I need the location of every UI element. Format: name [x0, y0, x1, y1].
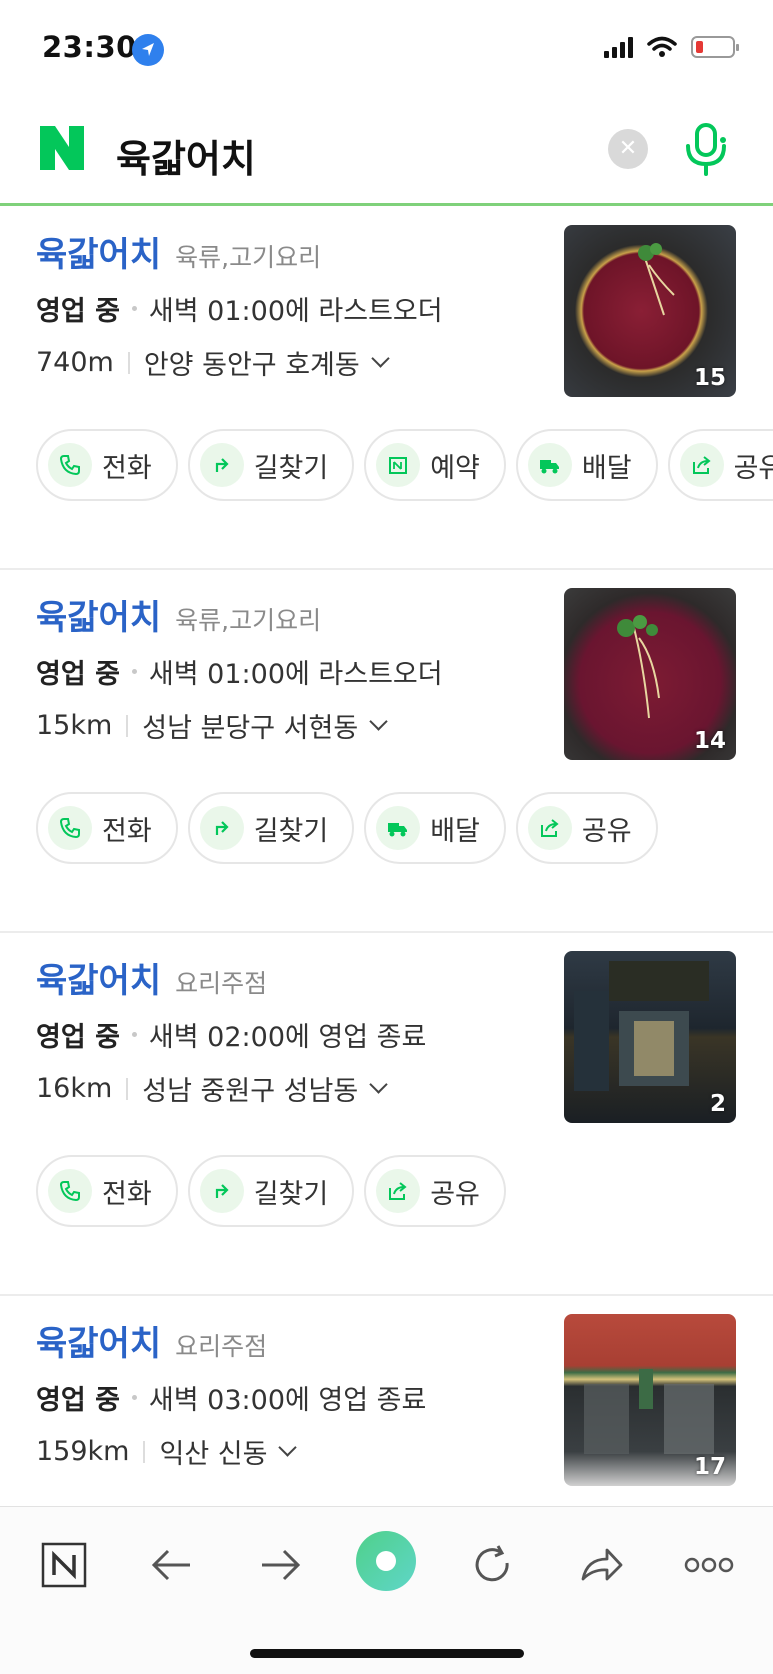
search-input[interactable]: 육갋어치 — [116, 128, 256, 183]
business-hours: 새벽 01:00에 라스트오더 — [148, 659, 443, 690]
open-status: 영업 중 — [36, 296, 120, 327]
separator-dot — [131, 1395, 137, 1400]
directions-icon — [199, 443, 244, 487]
reservation-button[interactable]: 예약 — [364, 429, 506, 501]
signal-icon — [604, 36, 633, 58]
result-item[interactable]: 육갋어치 육류,고기요리 영업 중 새벽 01:00에 라스트오더 15km 성… — [0, 570, 773, 933]
delivery-icon — [527, 443, 572, 487]
place-category: 요리주점 — [175, 969, 268, 998]
phone-icon — [48, 1169, 92, 1213]
address[interactable]: 성남 분당구 서현동 — [142, 706, 358, 745]
place-name-link[interactable]: 육갋어치 — [36, 227, 161, 276]
chevron-down-icon[interactable] — [371, 349, 390, 368]
chevron-down-icon[interactable] — [369, 1075, 388, 1094]
directions-button[interactable]: 길찾기 — [187, 792, 355, 864]
place-name-link[interactable]: 육갋어치 — [36, 953, 161, 1002]
call-button[interactable]: 전화 — [36, 792, 178, 864]
photo-count: 15 — [693, 365, 726, 391]
call-button[interactable]: 전화 — [36, 429, 178, 501]
divider — [127, 351, 130, 374]
directions-icon — [199, 806, 244, 850]
reservation-icon — [376, 443, 421, 487]
location-arrow-icon — [132, 34, 164, 66]
result-item[interactable]: 육갋어치 육류,고기요리 영업 중 새벽 01:00에 라스트오더 740m 안… — [0, 207, 773, 570]
refresh-icon[interactable] — [465, 1537, 521, 1593]
more-icon[interactable] — [681, 1537, 737, 1593]
open-status: 영업 중 — [36, 1385, 120, 1416]
place-photo[interactable]: 15 — [564, 225, 736, 397]
distance: 16km — [36, 1073, 113, 1104]
distance: 159km — [36, 1436, 130, 1467]
delivery-icon — [376, 806, 421, 850]
address[interactable]: 익산 신동 — [159, 1432, 267, 1471]
share-button[interactable]: 공유 — [364, 1155, 506, 1227]
divider — [143, 1440, 146, 1463]
distance: 15km — [36, 710, 113, 741]
place-photo[interactable]: 14 — [564, 588, 736, 760]
phone-icon — [48, 806, 92, 850]
status-time: 23:30 — [42, 30, 137, 64]
business-hours: 새벽 01:00에 라스트오더 — [148, 296, 443, 327]
directions-button[interactable]: 길찾기 — [187, 429, 355, 501]
share-arrow-icon[interactable] — [574, 1537, 630, 1593]
address[interactable]: 안양 동안구 호계동 — [144, 343, 360, 382]
action-chips: 전화 길찾기 예약 배달 공유 — [36, 429, 773, 501]
distance: 740m — [36, 347, 114, 378]
action-chips: 전화 길찾기 공유 — [36, 1155, 506, 1227]
place-name-link[interactable]: 육갋어치 — [36, 590, 161, 639]
chevron-down-icon[interactable] — [369, 712, 388, 731]
business-hours: 새벽 03:00에 영업 종료 — [148, 1385, 427, 1416]
browser-toolbar — [0, 1506, 773, 1674]
naver-home-icon[interactable] — [36, 1537, 92, 1593]
place-name-link[interactable]: 육갋어치 — [36, 1316, 161, 1365]
delivery-button[interactable]: 배달 — [364, 792, 506, 864]
chevron-down-icon[interactable] — [278, 1438, 298, 1457]
place-category: 육류,고기요리 — [175, 243, 322, 272]
business-hours: 새벽 02:00에 영업 종료 — [148, 1022, 427, 1053]
action-chips: 전화 길찾기 배달 공유 — [36, 792, 658, 864]
call-button[interactable]: 전화 — [36, 1155, 178, 1227]
place-category: 요리주점 — [175, 1332, 268, 1361]
open-status: 영업 중 — [36, 1022, 120, 1053]
address[interactable]: 성남 중원구 성남동 — [142, 1069, 358, 1108]
share-icon — [376, 1169, 421, 1213]
directions-button[interactable]: 길찾기 — [187, 1155, 355, 1227]
divider — [126, 1077, 129, 1100]
share-button[interactable]: 공유 — [667, 429, 773, 501]
status-bar: 23:30 — [0, 0, 773, 100]
microphone-icon[interactable] — [682, 122, 730, 176]
naver-logo-icon[interactable] — [40, 126, 84, 170]
place-photo[interactable]: 2 — [564, 951, 736, 1123]
share-icon — [679, 443, 724, 487]
green-dot-icon[interactable] — [354, 1529, 418, 1593]
delivery-button[interactable]: 배달 — [515, 429, 658, 501]
photo-count: 2 — [709, 1091, 726, 1117]
place-category: 육류,고기요리 — [175, 606, 322, 635]
phone-icon — [48, 443, 92, 487]
share-button[interactable]: 공유 — [515, 792, 658, 864]
wifi-icon — [647, 36, 677, 57]
home-indicator — [250, 1649, 524, 1658]
clear-search-icon[interactable]: ✕ — [608, 129, 648, 169]
separator-dot — [131, 669, 137, 674]
directions-icon — [199, 1169, 244, 1213]
search-bar: 육갋어치 ✕ — [0, 100, 773, 206]
separator-dot — [131, 1032, 137, 1037]
photo-count: 14 — [693, 728, 726, 754]
forward-arrow-icon[interactable] — [252, 1537, 308, 1593]
open-status: 영업 중 — [36, 659, 120, 690]
separator-dot — [131, 306, 137, 311]
back-arrow-icon[interactable] — [144, 1537, 200, 1593]
share-icon — [527, 806, 572, 850]
place-photo[interactable]: 17 — [564, 1314, 736, 1486]
battery-icon — [691, 36, 739, 58]
divider — [126, 714, 129, 737]
result-item[interactable]: 육갋어치 요리주점 영업 중 새벽 02:00에 영업 종료 16km 성남 중… — [0, 933, 773, 1296]
photo-count: 17 — [693, 1454, 726, 1480]
